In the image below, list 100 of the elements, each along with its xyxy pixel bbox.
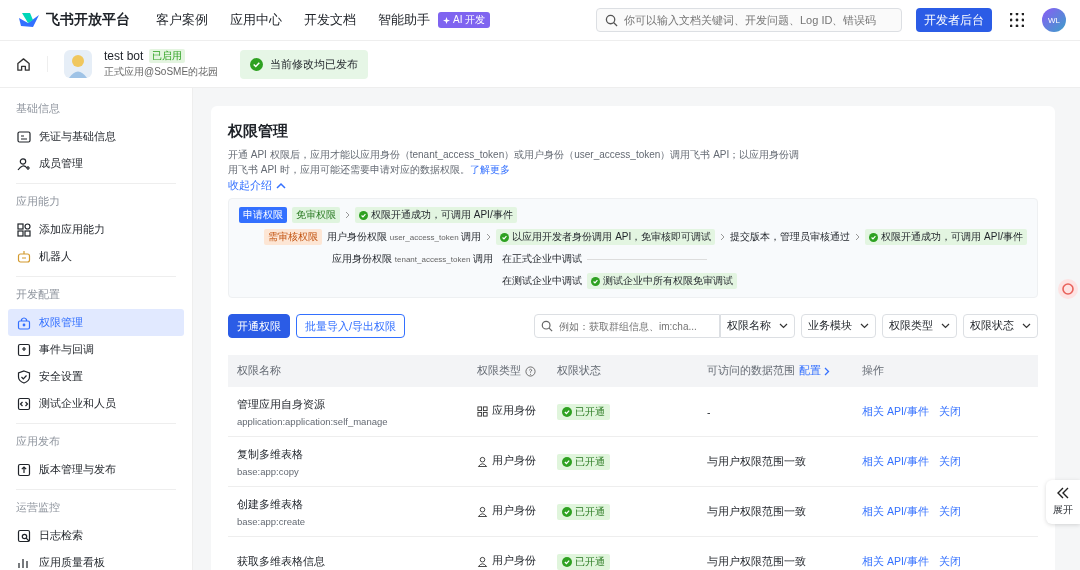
sidebar-item[interactable]: 安全设置 bbox=[8, 363, 184, 390]
filter-dropdown[interactable]: 权限状态 bbox=[963, 314, 1038, 338]
sidebar-item[interactable]: 权限管理 bbox=[8, 309, 184, 336]
permission-scope: application:application:self_manage bbox=[237, 415, 389, 427]
flow-step: 以应用开发者身份调用 API，免审核即可调试 bbox=[496, 229, 716, 245]
card-icon bbox=[17, 129, 31, 144]
permission-type: 用户身份 bbox=[477, 554, 536, 569]
flow-tag: 申请权限 bbox=[239, 207, 287, 223]
status-tag: 已开通 bbox=[557, 453, 610, 470]
chevron-down-icon bbox=[860, 323, 869, 329]
learn-more-link[interactable]: 了解更多 bbox=[469, 164, 510, 175]
upload-icon bbox=[17, 462, 31, 477]
row-action-link[interactable]: 关闭 bbox=[938, 554, 961, 569]
column-header: 权限状态 bbox=[557, 364, 602, 378]
flow-step: 在正式企业中调试 bbox=[502, 252, 582, 266]
permission-type: 用户身份 bbox=[477, 454, 536, 469]
robot-icon bbox=[17, 249, 31, 264]
row-action-link[interactable]: 相关 API/事件 bbox=[862, 504, 929, 519]
search-icon bbox=[605, 13, 618, 27]
expand-panel-button[interactable]: 展开 bbox=[1046, 480, 1080, 524]
code-icon bbox=[17, 396, 31, 411]
brand-name[interactable]: 飞书开放平台 bbox=[46, 11, 130, 29]
user-icon bbox=[477, 555, 488, 567]
flow-label: 应用身份权限 tenant_access_token 调用 bbox=[332, 252, 495, 266]
sidebar-item[interactable]: 事件与回调 bbox=[8, 336, 184, 363]
sidebar-item[interactable]: 应用质量看板 bbox=[8, 549, 184, 570]
page-title: 权限管理 bbox=[228, 122, 289, 141]
row-action-link[interactable]: 关闭 bbox=[938, 404, 961, 419]
sidebar-item[interactable]: 机器人 bbox=[8, 243, 184, 270]
console-button[interactable]: 开发者后台 bbox=[916, 8, 992, 32]
sidebar-group-title: 开发配置 bbox=[15, 287, 61, 302]
filter-search-field[interactable]: 例如：获取群组信息、im:cha... bbox=[534, 314, 720, 338]
chevron-right-icon bbox=[824, 366, 830, 376]
notice-text: 当前修改均已发布 bbox=[270, 56, 359, 72]
user-avatar[interactable]: WL bbox=[1042, 8, 1066, 32]
row-action-link[interactable]: 相关 API/事件 bbox=[862, 554, 929, 569]
search-field[interactable]: 你可以输入文档关键词、开发问题、Log ID、错误码 bbox=[596, 8, 902, 32]
data-range: 与用户权限范围一致 bbox=[707, 504, 806, 517]
permission-type: 应用身份 bbox=[477, 404, 536, 419]
row-action-link[interactable]: 相关 API/事件 bbox=[862, 454, 929, 469]
row-action-link[interactable]: 相关 API/事件 bbox=[862, 404, 929, 419]
filter-dropdown[interactable]: 权限名称 bbox=[720, 314, 795, 338]
row-action-link[interactable]: 关闭 bbox=[938, 504, 961, 519]
nav-link[interactable]: 智能助手 bbox=[378, 11, 430, 29]
check-icon bbox=[562, 406, 572, 417]
member-icon bbox=[17, 156, 31, 171]
app-name: test bot bbox=[104, 49, 144, 63]
column-header: 权限类型 bbox=[477, 364, 557, 378]
permission-name: 创建多维表格 bbox=[237, 496, 304, 512]
sidebar-item[interactable]: 添加应用能力 bbox=[8, 216, 184, 243]
data-range: 与用户权限范围一致 bbox=[707, 454, 806, 467]
collapse-link[interactable]: 收起介绍 bbox=[228, 179, 286, 193]
column-header: 权限名称 bbox=[237, 364, 282, 378]
filter-dropdown[interactable]: 权限类型 bbox=[882, 314, 957, 338]
flow-step: 权限开通成功，可调用 API/事件 bbox=[355, 207, 517, 223]
column-header: 可访问的数据范围 配置 bbox=[707, 364, 862, 378]
chevron-down-icon bbox=[1022, 323, 1031, 329]
permission-name: 获取多维表格信息 bbox=[237, 554, 326, 569]
check-icon bbox=[562, 456, 572, 467]
chevron-down-icon bbox=[779, 323, 788, 329]
user-icon bbox=[477, 505, 488, 517]
sidebar-item[interactable]: 测试企业和人员 bbox=[8, 390, 184, 417]
filter-dropdown[interactable]: 业务模块 bbox=[801, 314, 876, 338]
home-icon[interactable] bbox=[16, 56, 31, 72]
check-icon bbox=[562, 556, 572, 567]
action-button[interactable]: 批量导入/导出权限 bbox=[296, 314, 406, 338]
permission-name: 管理应用自身资源 bbox=[237, 396, 326, 412]
status-tag: 已开通 bbox=[557, 553, 610, 570]
check-icon bbox=[500, 232, 510, 242]
log-icon bbox=[17, 528, 31, 543]
action-button[interactable]: 开通权限 bbox=[228, 314, 290, 338]
config-link[interactable]: 配置 bbox=[799, 364, 830, 378]
permission-scope: base:app:create bbox=[237, 515, 307, 527]
shield-icon bbox=[17, 369, 31, 384]
sidebar-group-title: 应用能力 bbox=[15, 194, 61, 209]
status-tag: 已开通 bbox=[557, 403, 610, 420]
event-icon bbox=[17, 342, 31, 357]
nav-link[interactable]: 应用中心 bbox=[230, 11, 282, 29]
app-grid-icon[interactable] bbox=[1010, 13, 1024, 27]
floating-assistant-icon[interactable] bbox=[1058, 279, 1078, 299]
data-range: - bbox=[707, 405, 711, 418]
nav-link[interactable]: 客户案例 bbox=[156, 11, 208, 29]
sidebar-item[interactable]: 版本管理与发布 bbox=[8, 456, 184, 483]
nav-link[interactable]: 开发文档 bbox=[304, 11, 356, 29]
permission-type: 用户身份 bbox=[477, 504, 536, 519]
flow-label: 用户身份权限 user_access_token 调用 bbox=[326, 230, 482, 244]
flow-tag: 需审核权限 bbox=[263, 229, 322, 245]
permission-scope: base:app:copy bbox=[237, 465, 300, 477]
sidebar-item[interactable]: 成员管理 bbox=[8, 150, 184, 177]
data-range: 与用户权限范围一致 bbox=[707, 554, 806, 567]
chevron-down-icon bbox=[941, 323, 950, 329]
chevron-right-icon bbox=[486, 233, 492, 241]
check-icon bbox=[869, 232, 879, 242]
flow-step: 测试企业中所有权限免审调试 bbox=[587, 273, 737, 289]
sidebar-item[interactable]: 凭证与基础信息 bbox=[8, 123, 184, 150]
sidebar-group-title: 应用发布 bbox=[15, 434, 61, 449]
sidebar-item[interactable]: 日志检索 bbox=[8, 522, 184, 549]
user-icon bbox=[477, 455, 488, 467]
row-action-link[interactable]: 关闭 bbox=[938, 454, 961, 469]
flow-tag: 免审权限 bbox=[292, 207, 340, 223]
